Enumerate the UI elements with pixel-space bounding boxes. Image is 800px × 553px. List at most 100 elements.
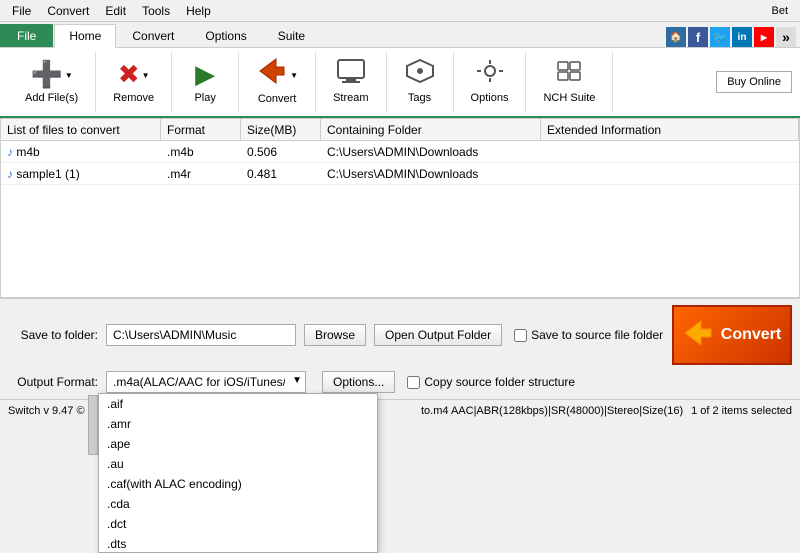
convert-split-arrow[interactable]: ▼: [290, 71, 298, 80]
dropdown-item-dts[interactable]: .dts: [99, 534, 377, 553]
file-size-1: 0.481: [241, 165, 321, 183]
options-label: Options: [471, 92, 509, 104]
play-label: Play: [194, 92, 215, 104]
remove-label: Remove: [113, 92, 154, 104]
linkedin-icon[interactable]: in: [732, 27, 752, 47]
add-files-button[interactable]: ➕ ▼ Add File(s): [16, 52, 87, 110]
convert-label: Convert: [258, 93, 297, 105]
stream-label: Stream: [333, 92, 368, 104]
save-folder-row: Save to folder: Browse Open Output Folde…: [8, 305, 792, 365]
tags-label: Tags: [408, 92, 431, 104]
dropdown-item-cda[interactable]: .cda: [99, 494, 377, 514]
folder-path-input[interactable]: [106, 324, 296, 346]
nch-suite-button[interactable]: NCH Suite: [534, 52, 604, 110]
dropdown-item-dct[interactable]: .dct: [99, 514, 377, 534]
file-folder-0: C:\Users\ADMIN\Downloads: [321, 143, 541, 161]
twitter-icon[interactable]: 🐦: [710, 27, 730, 47]
options-button[interactable]: Options: [462, 52, 518, 110]
save-to-folder-label: Save to folder:: [8, 328, 98, 342]
ribbon-group-add: ➕ ▼ Add File(s): [8, 52, 96, 112]
add-files-label: Add File(s): [25, 92, 78, 104]
ribbon-group-tags: Tags: [387, 52, 454, 112]
buy-online-button[interactable]: Buy Online: [716, 71, 792, 93]
dropdown-list: .aif .amr .ape .au .caf(with ALAC encodi…: [98, 393, 378, 553]
copy-source-label: Copy source folder structure: [424, 375, 575, 389]
file-icon-1: ♪: [7, 167, 13, 181]
header-name: List of files to convert: [1, 119, 161, 140]
tags-icon: [405, 58, 435, 90]
add-split-arrow[interactable]: ▼: [65, 71, 73, 80]
menu-tools[interactable]: Tools: [134, 2, 178, 20]
format-options-button[interactable]: Options...: [322, 371, 395, 393]
bottom-section: Save to folder: Browse Open Output Folde…: [0, 298, 800, 399]
file-ext-1: [541, 172, 799, 176]
file-name-0: ♪ m4b: [1, 143, 161, 161]
social-icons: 🏠 f 🐦 in ▶ »: [666, 27, 796, 47]
ribbon-group-remove: ✖ ▼ Remove: [96, 52, 172, 112]
facebook-icon[interactable]: f: [688, 27, 708, 47]
header-size: Size(MB): [241, 119, 321, 140]
more-icon[interactable]: »: [776, 27, 796, 47]
table-row[interactable]: ♪ m4b .m4b 0.506 C:\Users\ADMIN\Download…: [1, 141, 799, 163]
file-list-area: List of files to convert Format Size(MB)…: [0, 118, 800, 298]
open-output-folder-button[interactable]: Open Output Folder: [374, 324, 502, 346]
save-to-source-checkbox[interactable]: [514, 329, 527, 342]
dropdown-item-amr[interactable]: .amr: [99, 414, 377, 434]
ribbon-right: Buy Online: [716, 71, 792, 93]
tab-home[interactable]: Home: [54, 24, 116, 48]
header-format: Format: [161, 119, 241, 140]
nch-suite-label: NCH Suite: [543, 92, 595, 104]
file-folder-1: C:\Users\ADMIN\Downloads: [321, 165, 541, 183]
header-folder: Containing Folder: [321, 119, 541, 140]
tags-button[interactable]: Tags: [395, 52, 445, 110]
play-icon: ▶: [195, 59, 215, 90]
file-icon-0: ♪: [7, 145, 13, 159]
dropdown-item-ape[interactable]: .ape: [99, 434, 377, 454]
tab-options[interactable]: Options: [190, 24, 261, 47]
file-name-1: ♪ sample1 (1): [1, 165, 161, 183]
copy-source-checkbox[interactable]: [407, 376, 420, 389]
remove-button[interactable]: ✖ ▼ Remove: [104, 52, 163, 110]
convert-button[interactable]: ▼ Convert: [247, 52, 307, 110]
play-button[interactable]: ▶ Play: [180, 52, 230, 110]
convert-big-label: Convert: [721, 326, 781, 344]
format-select-wrapper: .m4a(ALAC/AAC for iOS/iTunes/DSi) ▼: [106, 371, 306, 393]
copy-source-group: Copy source folder structure: [407, 375, 575, 389]
options-icon: [475, 58, 505, 90]
menu-convert[interactable]: Convert: [39, 2, 97, 20]
remove-split-arrow[interactable]: ▼: [142, 71, 150, 80]
browse-button[interactable]: Browse: [304, 324, 366, 346]
stream-icon: [336, 58, 366, 90]
tab-file[interactable]: File: [0, 24, 53, 47]
dropdown-item-au[interactable]: .au: [99, 454, 377, 474]
format-select[interactable]: .m4a(ALAC/AAC for iOS/iTunes/DSi): [106, 371, 306, 393]
app-title: Bet: [763, 3, 796, 19]
table-row[interactable]: ♪ sample1 (1) .m4r 0.481 C:\Users\ADMIN\…: [1, 163, 799, 185]
ribbon-group-options: Options: [454, 52, 527, 112]
home-icon[interactable]: 🏠: [666, 27, 686, 47]
ribbon-group-nch: NCH Suite: [526, 52, 613, 112]
convert-big-button[interactable]: Convert: [672, 305, 792, 365]
menu-edit[interactable]: Edit: [97, 2, 134, 20]
status-right: 1 of 2 items selected: [691, 405, 792, 417]
dropdown-item-caf[interactable]: .caf(with ALAC encoding): [99, 474, 377, 494]
add-icon: ➕: [30, 59, 62, 90]
youtube-icon[interactable]: ▶: [754, 27, 774, 47]
tab-convert[interactable]: Convert: [117, 24, 189, 47]
status-middle: to.m4 AAC|ABR(128kbps)|SR(48000)|Stereo|…: [421, 405, 683, 417]
ribbon-tabs: File Home Convert Options Suite 🏠 f 🐦 in…: [0, 22, 800, 48]
nch-suite-icon: [554, 58, 584, 90]
menu-file[interactable]: File: [4, 2, 39, 20]
menu-help[interactable]: Help: [178, 2, 219, 20]
stream-button[interactable]: Stream: [324, 52, 377, 110]
header-ext: Extended Information: [541, 119, 799, 140]
tab-suite[interactable]: Suite: [263, 24, 320, 47]
convert-arrow-icon: [683, 319, 713, 352]
file-size-0: 0.506: [241, 143, 321, 161]
output-format-label: Output Format:: [8, 375, 98, 389]
save-to-source-label: Save to source file folder: [531, 328, 663, 342]
dropdown-item-aif[interactable]: .aif: [99, 394, 377, 414]
convert-icon: [256, 57, 288, 91]
ribbon-group-stream: Stream: [316, 52, 386, 112]
ribbon-group-convert: ▼ Convert: [239, 52, 316, 112]
